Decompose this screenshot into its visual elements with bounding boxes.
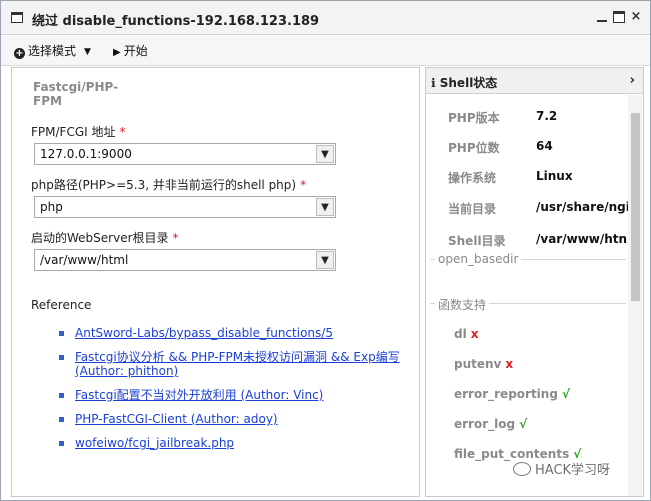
required-mark: * — [172, 231, 179, 245]
window-icon — [11, 12, 23, 23]
list-item: wofeiwo/fcgi_jailbreak.php — [59, 436, 414, 450]
status-value: Linux — [536, 169, 573, 183]
reference-link[interactable]: Fastcgi协议分析 && PHP-FPM未授权访问漏洞 && Exp编写 (… — [75, 350, 400, 378]
scroll-thumb[interactable] — [631, 113, 640, 301]
functions-label: 函数支持 — [435, 296, 490, 313]
unsupported-mark: x — [505, 357, 514, 371]
status-key: 操作系统 — [448, 171, 497, 185]
select-mode-label: 选择模式 — [28, 44, 77, 58]
section-title: Fastcgi/PHP-FPM — [33, 80, 119, 108]
chevron-right-icon[interactable]: › — [630, 73, 635, 88]
fpm-address-value: 127.0.0.1:9000 — [40, 147, 132, 161]
required-mark: * — [300, 178, 307, 192]
info-icon: ℹ — [431, 76, 440, 90]
list-item: Fastcgi协议分析 && PHP-FPM未授权访问漏洞 && Exp编写 (… — [59, 350, 414, 378]
chevron-down-icon[interactable]: ▼ — [316, 198, 334, 216]
reference-list: AntSword-Labs/bypass_disable_functions/5… — [59, 326, 414, 460]
select-mode-button[interactable]: + 选择模式 ▼ — [14, 42, 91, 60]
webroot-select[interactable]: /var/www/html ▼ — [34, 249, 336, 271]
status-value: 64 — [536, 139, 553, 153]
unsupported-mark: x — [470, 327, 479, 341]
status-key: 当前目录 — [448, 202, 497, 216]
reference-link[interactable]: Fastcgi配置不当对外开放利用 (Author: Vinc) — [75, 388, 323, 402]
chevron-down-icon[interactable]: ▼ — [316, 145, 334, 163]
reference-link[interactable]: PHP-FastCGI-Client (Author: adoy) — [75, 412, 278, 426]
reference-link[interactable]: wofeiwo/fcgi_jailbreak.php — [75, 436, 234, 450]
minimize-icon[interactable] — [596, 11, 608, 23]
play-icon: ▶ — [113, 47, 121, 58]
webroot-value: /var/www/html — [40, 253, 129, 267]
status-key: PHP版本 — [448, 111, 500, 125]
function-item: putenv x — [454, 357, 514, 371]
reference-link[interactable]: AntSword-Labs/bypass_disable_functions/5 — [75, 326, 333, 340]
window-title: 绕过 disable_functions-192.168.123.189 — [32, 14, 320, 29]
toolbar: + 选择模式 ▼ ▶ 开始 — [1, 36, 650, 66]
shell-status-header[interactable]: ℹ Shell状态 › — [426, 68, 643, 94]
supported-mark: √ — [519, 417, 528, 431]
watermark: HACK学习呀 — [513, 459, 610, 478]
fpm-address-label: FPM/FCGI 地址 * — [31, 125, 126, 139]
title-bar[interactable]: 绕过 disable_functions-192.168.123.189 × — [1, 1, 650, 35]
start-label: 开始 — [123, 44, 148, 58]
function-item: error_log √ — [454, 417, 528, 431]
plus-circle-icon: + — [14, 48, 25, 59]
maximize-icon[interactable] — [613, 11, 625, 23]
config-panel: Fastcgi/PHP-FPM FPM/FCGI 地址 * 127.0.0.1:9… — [11, 67, 420, 497]
supported-mark: √ — [561, 387, 570, 401]
shell-status-panel: ℹ Shell状态 › PHP版本 7.2 PHP位数 64 操作系统 Linux 当… — [425, 67, 644, 497]
webroot-label: 启动的WebServer根目录 * — [31, 231, 179, 245]
start-button[interactable]: ▶ 开始 — [113, 42, 148, 60]
wechat-icon — [513, 462, 531, 476]
reference-label: Reference — [31, 298, 92, 312]
status-value: /usr/share/ngi — [536, 200, 630, 214]
vertical-scrollbar[interactable] — [628, 95, 642, 496]
status-key: PHP位数 — [448, 141, 500, 155]
fpm-address-select[interactable]: 127.0.0.1:9000 ▼ — [34, 143, 336, 165]
status-value: 7.2 — [536, 109, 558, 123]
list-item: AntSword-Labs/bypass_disable_functions/5 — [59, 326, 414, 340]
list-item: Fastcgi配置不当对外开放利用 (Author: Vinc) — [59, 388, 414, 402]
php-path-value: php — [40, 200, 63, 214]
bypass-window: 绕过 disable_functions-192.168.123.189 × +… — [0, 0, 651, 501]
shell-status-title: ℹ Shell状态 — [431, 76, 498, 90]
close-icon[interactable]: × — [630, 10, 642, 23]
status-value: /var/www/htn — [536, 232, 628, 246]
php-path-label: php路径(PHP>=5.3, 并非当前运行的shell php) * — [31, 178, 307, 192]
chevron-down-icon[interactable]: ▼ — [316, 251, 334, 269]
open-basedir-label: open_basedir — [435, 252, 522, 266]
required-mark: * — [119, 125, 126, 139]
php-path-select[interactable]: php ▼ — [34, 196, 336, 218]
function-item: dl x — [454, 327, 479, 341]
function-item: error_reporting √ — [454, 387, 570, 401]
chevron-down-icon: ▼ — [84, 47, 91, 57]
open-basedir-group: open_basedir — [430, 252, 626, 279]
status-key: Shell目录 — [448, 234, 506, 248]
list-item: PHP-FastCGI-Client (Author: adoy) — [59, 412, 414, 426]
